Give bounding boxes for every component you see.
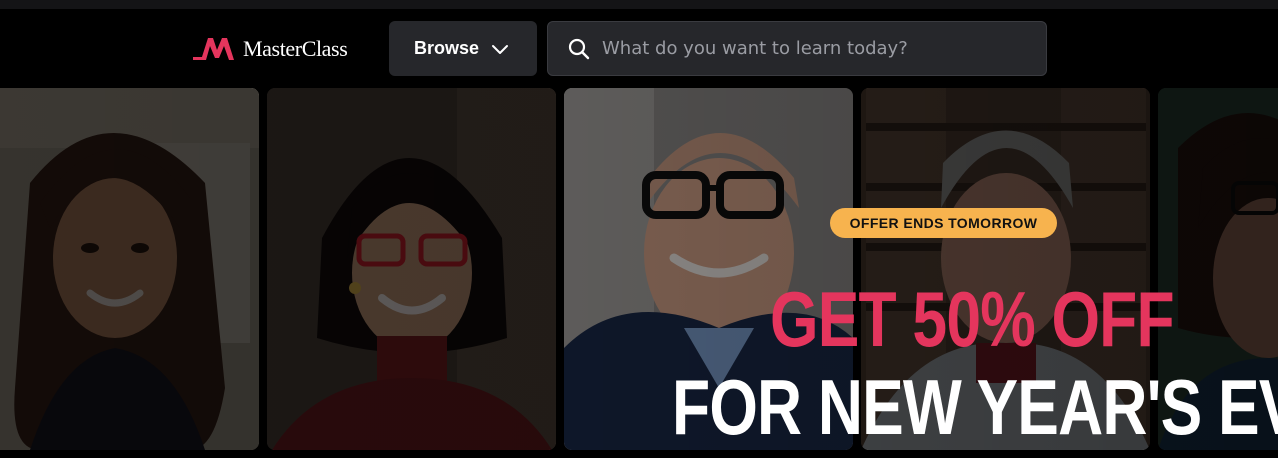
instructor-card xyxy=(0,88,259,450)
browse-button[interactable]: Browse xyxy=(389,21,537,76)
top-strip xyxy=(0,0,1278,9)
search-icon xyxy=(568,38,590,59)
promo-headline: GET 50% OFF xyxy=(770,275,1175,363)
offer-badge: OFFER ENDS TOMORROW xyxy=(830,208,1057,238)
browse-label: Browse xyxy=(414,38,480,58)
chevron-down-icon xyxy=(492,44,509,54)
instructor-card xyxy=(267,88,556,450)
masterclass-logo[interactable]: MasterClass xyxy=(193,35,348,63)
masterclass-logo-icon xyxy=(193,38,234,60)
hero-banner[interactable]: OFFER ENDS TOMORROW GET 50% OFF FOR NEW … xyxy=(0,88,1278,458)
search-input[interactable] xyxy=(602,38,1032,59)
logo-wordmark: MasterClass xyxy=(243,36,348,61)
search-bar[interactable] xyxy=(547,21,1047,76)
card-shade xyxy=(267,88,556,450)
site-header: MasterClass Browse xyxy=(0,9,1278,88)
promo-subheadline: FOR NEW YEAR'S EVE xyxy=(672,363,1278,451)
card-shade xyxy=(0,88,259,450)
